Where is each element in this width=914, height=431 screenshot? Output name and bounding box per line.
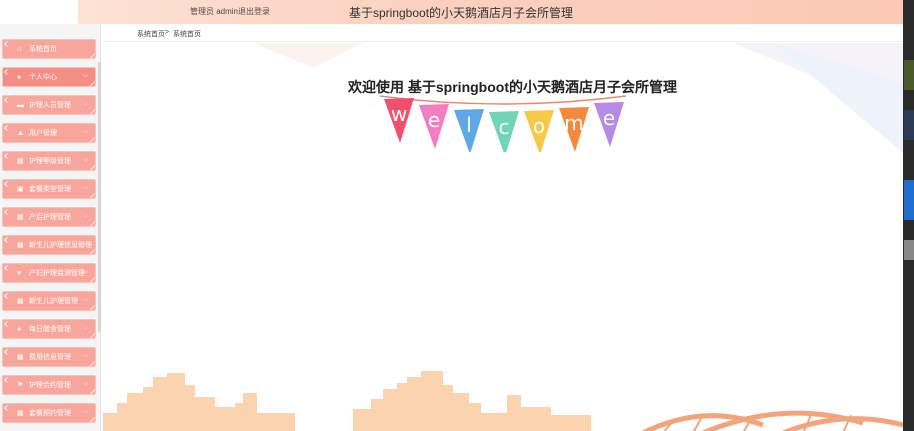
- stripe-decoration: [87, 190, 95, 198]
- stripe-decoration: [87, 358, 95, 366]
- sidebar-item-care-level[interactable]: ▦ 护理等级管理 ⌵: [2, 151, 96, 171]
- sidebar-item-package-type[interactable]: ▣ 套餐类型管理 ⌵: [2, 179, 96, 199]
- grid-icon: ▦: [17, 158, 24, 165]
- sidebar-scrollbar[interactable]: [98, 62, 101, 332]
- sidebar-item-label: 新生儿护理管理: [29, 298, 78, 305]
- bunting-letter: l: [466, 113, 472, 137]
- sidebar-item-label: 每日膳食管理: [29, 326, 71, 333]
- stripe-decoration: [87, 106, 95, 114]
- header-logo-area: [0, 0, 78, 24]
- stripe-decoration: [87, 302, 95, 310]
- stripe-decoration: [87, 134, 95, 142]
- corner-mark: [4, 293, 10, 299]
- flag-icon: ⚑: [17, 382, 24, 389]
- sidebar-item-label: 护理人员管理: [29, 102, 71, 109]
- sidebar-item-label: 产妇护理监测管理: [29, 270, 85, 277]
- sidebar-item-label: 费用信息管理: [29, 354, 71, 361]
- sidebar-item-users[interactable]: ▲ 用户管理 ⌵: [2, 123, 96, 143]
- sidebar-item-package-booking[interactable]: ▦ 套餐预约管理 ⌵: [2, 403, 96, 423]
- corner-mark: [4, 377, 10, 383]
- sidebar-item-postpartum-care[interactable]: ▦ 产后护理管理 ⌵: [2, 207, 96, 227]
- sidebar-item-label: 护理合约管理: [29, 382, 71, 389]
- apps-icon: ▦: [17, 242, 24, 249]
- stripe-decoration: [87, 386, 95, 394]
- app-title: 基于springboot的小天鹅酒店月子会所管理: [349, 6, 574, 20]
- user-icon: ●: [17, 74, 22, 81]
- current-user-label: 管理员 admin: [190, 7, 239, 16]
- sidebar-item-fee-info[interactable]: ▦ 费用信息管理 ⌵: [2, 347, 96, 367]
- sidebar-item-label: 产后护理管理: [29, 214, 71, 221]
- bunting-flag: w: [384, 98, 414, 143]
- corner-mark: [4, 209, 10, 215]
- sidebar-item-daily-meals[interactable]: ● 每日膳食管理 ⌵: [2, 319, 96, 339]
- sidebar-item-newborn-care-info[interactable]: ▦ 新生儿护理信息管理 ⌵: [2, 235, 96, 255]
- breadcrumb-home-link[interactable]: 系统首页: [137, 29, 165, 39]
- heart-icon: ♥: [17, 270, 22, 277]
- sidebar-item-newborn-care[interactable]: ▦ 新生儿护理管理 ⌵: [2, 291, 96, 311]
- apps-icon: ▦: [17, 298, 24, 305]
- bunting-letter: o: [533, 114, 545, 138]
- stripe-decoration: [87, 218, 95, 226]
- corner-mark: [4, 125, 10, 131]
- sidebar-item-label: 个人中心: [29, 74, 57, 81]
- sidebar-item-label: 套餐类型管理: [29, 186, 71, 193]
- breadcrumb-current: 系统首页: [173, 31, 201, 38]
- breadcrumb-separator: >: [165, 29, 170, 36]
- adjacent-window-edge: [903, 0, 914, 431]
- corner-mark: [4, 405, 10, 411]
- sidebar-item-nurse-staff[interactable]: ▬ 护理人员管理 ⌵: [2, 95, 96, 115]
- corner-mark: [4, 349, 10, 355]
- corner-mark: [4, 181, 10, 187]
- sidebar-item-maternal-monitor[interactable]: ♥ 产妇护理监测管理 ⌵: [2, 263, 96, 283]
- corner-mark: [4, 265, 10, 271]
- sidebar-item-label: 系统首页: [29, 46, 57, 53]
- bunting-flag: o: [524, 110, 554, 152]
- apps-icon: ▦: [17, 214, 24, 221]
- sidebar-item-care-contract[interactable]: ⚑ 护理合约管理 ⌵: [2, 375, 96, 395]
- sidebar-item-label: 护理等级管理: [29, 158, 71, 165]
- stripe-decoration: [87, 414, 95, 422]
- bunting-letter: m: [564, 111, 583, 135]
- person-icon: ●: [17, 326, 22, 333]
- corner-mark: [4, 321, 10, 327]
- bunting-flag: m: [559, 107, 589, 152]
- thumb-icon: ▲: [17, 130, 24, 137]
- bunting-letter: w: [391, 102, 407, 126]
- city-skyline-illustration: [103, 371, 903, 431]
- stripe-decoration: [87, 274, 95, 282]
- bunting-letter: c: [499, 115, 510, 139]
- stripe-decoration: [87, 50, 95, 58]
- top-header: 管理员 admin 退出登录 基于springboot的小天鹅酒店月子会所管理: [0, 0, 903, 24]
- stripe-decoration: [87, 78, 95, 86]
- stripe-decoration: [87, 162, 95, 170]
- bunting-flag: e: [594, 102, 624, 147]
- sidebar-item-label: 套餐预约管理: [29, 410, 71, 417]
- bunting-letter: e: [603, 106, 615, 130]
- card-icon: ▣: [17, 186, 24, 193]
- nurse-icon: ▬: [17, 102, 24, 109]
- main-content: 欢迎使用 基于springboot的小天鹅酒店月子会所管理 welcome: [103, 43, 903, 431]
- logout-link[interactable]: 退出登录: [238, 6, 270, 17]
- sidebar-item-home[interactable]: ⌂ 系统首页: [2, 39, 96, 59]
- corner-mark: [4, 69, 10, 75]
- corner-mark: [4, 41, 10, 47]
- stripe-decoration: [87, 246, 95, 254]
- bunting-flag: e: [419, 104, 449, 149]
- corner-mark: [4, 237, 10, 243]
- corner-mark: [4, 153, 10, 159]
- sidebar-item-label: 用户管理: [29, 130, 57, 137]
- sidebar-item-profile[interactable]: ● 个人中心 ⌵: [2, 67, 96, 87]
- apps-icon: ▦: [17, 354, 24, 361]
- welcome-bunting: welcome: [379, 95, 627, 152]
- apps-icon: ▦: [17, 410, 24, 417]
- bunting-flag: l: [454, 109, 484, 152]
- stripe-decoration: [87, 330, 95, 338]
- home-icon: ⌂: [17, 46, 22, 53]
- bunting-letter: e: [428, 108, 440, 132]
- bunting-flag: c: [489, 111, 519, 152]
- corner-mark: [4, 97, 10, 103]
- breadcrumb: 系统首页 > 系统首页: [103, 24, 903, 42]
